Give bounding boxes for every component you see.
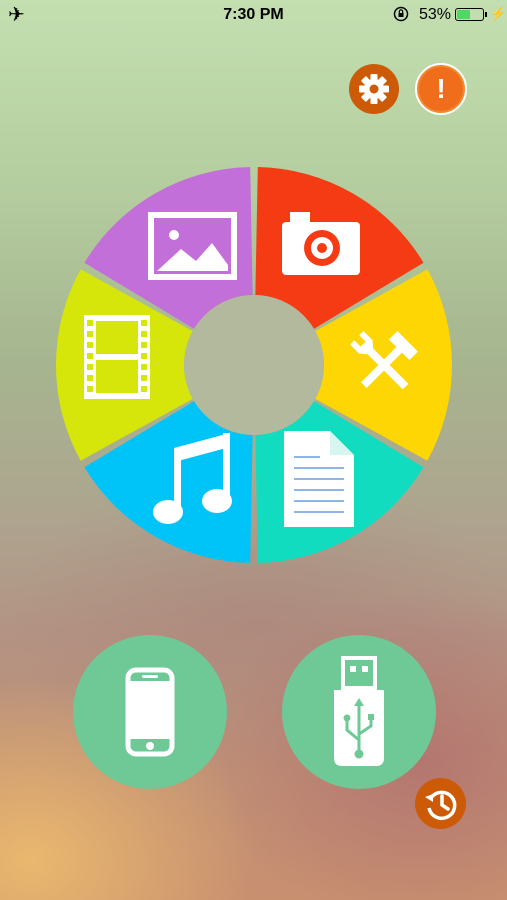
history-icon: [424, 790, 456, 820]
film-icon: [84, 315, 150, 399]
bolt-icon: ⚡: [490, 6, 507, 21]
usb-drive-icon: [334, 656, 384, 766]
document-icon: [284, 431, 354, 527]
gear-icon: [359, 74, 389, 104]
alert-button[interactable]: !: [415, 63, 467, 115]
smartphone-icon: [125, 667, 175, 757]
exclamation-icon: !: [419, 67, 463, 111]
category-wheel: [55, 167, 453, 563]
device-button[interactable]: [73, 635, 227, 789]
wheel-center: [184, 295, 324, 435]
orientation-lock-icon: [393, 6, 409, 26]
settings-button[interactable]: [349, 64, 399, 114]
battery-icon: [455, 8, 487, 21]
usb-button[interactable]: [282, 635, 436, 789]
history-button[interactable]: [415, 778, 466, 829]
status-bar: ✈ 7:30 PM 53% ⚡: [0, 0, 507, 32]
battery-level: [457, 10, 470, 19]
battery-percent: 53%: [419, 6, 452, 23]
